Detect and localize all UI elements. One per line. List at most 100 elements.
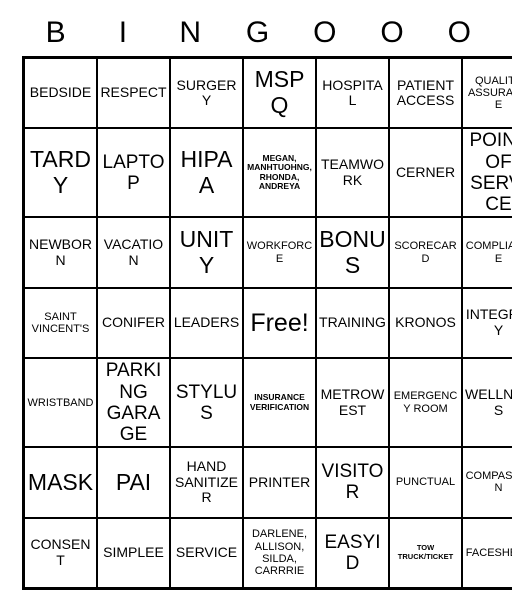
bingo-cell[interactable]: CONIFER	[97, 288, 170, 358]
bingo-cell[interactable]: SCORECARD	[389, 217, 462, 287]
bingo-cell-label: TOW TRUCK/TICKET	[392, 544, 459, 561]
bingo-cell-label: BEDSIDE	[27, 85, 94, 101]
bingo-cell[interactable]: PUNCTUAL	[389, 447, 462, 517]
bingo-cell-label: POINT OF SERVICE	[465, 130, 512, 215]
bingo-grid: BEDSIDERESPECTSURGERYMSPQHOSPITALPATIENT…	[22, 56, 512, 590]
bingo-cell[interactable]: DARLENE, ALLISON, SILDA, CARRRIE	[243, 518, 316, 589]
bingo-cell[interactable]: COMPASSION	[462, 447, 512, 517]
bingo-cell[interactable]: BEDSIDE	[24, 58, 98, 129]
bingo-cell[interactable]: COMPLIANCE	[462, 217, 512, 287]
bingo-cell[interactable]: QUALITY ASSURANCE	[462, 58, 512, 129]
bingo-cell-label: COMPLIANCE	[465, 240, 512, 265]
bingo-cell[interactable]: HIPAA	[170, 128, 243, 217]
bingo-cell-label: TRAINING	[319, 315, 386, 331]
bingo-cell-label: SIMPLEE	[100, 545, 167, 561]
bingo-cell[interactable]: MEGAN, MANHTUOHNG, RHONDA, ANDREYA	[243, 128, 316, 217]
bingo-cell-label: EASYID	[319, 532, 386, 575]
bingo-row: SAINT VINCENT'S CONIFERLEADERSFree!TRAINI…	[24, 288, 512, 358]
bingo-header-letter-5: O	[358, 18, 425, 48]
bingo-cell[interactable]: SURGERY	[170, 58, 243, 129]
bingo-cell-label: HOSPITAL	[319, 78, 386, 109]
bingo-cell[interactable]: RESPECT	[97, 58, 170, 129]
bingo-free-cell[interactable]: Free!	[243, 288, 316, 358]
bingo-cell-label: WRISTBAND	[27, 397, 94, 409]
bingo-header-letter-2: N	[157, 18, 224, 48]
bingo-cell-label: HIPAA	[173, 147, 240, 199]
bingo-cell[interactable]: HOSPITAL	[316, 58, 389, 129]
bingo-cell-label: VACATION	[100, 237, 167, 268]
bingo-cell[interactable]: PATIENT ACCESS	[389, 58, 462, 129]
bingo-header-letter-0: B	[22, 18, 89, 48]
bingo-cell[interactable]: POINT OF SERVICE	[462, 128, 512, 217]
bingo-cell[interactable]: EASYID	[316, 518, 389, 589]
bingo-cell-label: SERVICE	[173, 545, 240, 561]
bingo-cell-label: BONUS	[319, 227, 386, 279]
bingo-cell-label: CONIFER	[100, 315, 167, 331]
bingo-cell[interactable]: UNITY	[170, 217, 243, 287]
bingo-cell[interactable]: WORKFORCE	[243, 217, 316, 287]
bingo-cell[interactable]: PAI	[97, 447, 170, 517]
bingo-cell-label: KRONOS	[392, 315, 459, 331]
bingo-cell[interactable]: METROWEST	[316, 358, 389, 447]
bingo-cell-label: PAI	[100, 470, 167, 496]
bingo-cell[interactable]: SERVICE	[170, 518, 243, 589]
bingo-cell-label: DARLENE, ALLISON, SILDA, CARRRIE	[246, 528, 313, 577]
bingo-cell[interactable]: TARDY	[24, 128, 98, 217]
bingo-cell[interactable]: TRAINING	[316, 288, 389, 358]
bingo-cell[interactable]: FACESHEET	[462, 518, 512, 589]
bingo-cell-label: METROWEST	[319, 387, 386, 418]
bingo-cell-label: PRINTER	[246, 475, 313, 491]
bingo-cell-label: MASK	[27, 470, 94, 496]
bingo-cell-label: STYLUS	[173, 382, 240, 425]
bingo-cell-label: LAPTOP	[100, 152, 167, 195]
bingo-cell-label: MEGAN, MANHTUOHNG, RHONDA, ANDREYA	[246, 154, 313, 192]
bingo-cell[interactable]: INTEGRITY	[462, 288, 512, 358]
bingo-cell-label: NEWBORN	[27, 237, 94, 268]
bingo-row: CONSENT SIMPLEE SERVICE DARLENE, ALLISON, S…	[24, 518, 512, 589]
bingo-cell-label: WORKFORCE	[246, 240, 313, 265]
bingo-cell[interactable]: BONUS	[316, 217, 389, 287]
bingo-cell[interactable]: LAPTOP	[97, 128, 170, 217]
bingo-cell[interactable]: PRINTER	[243, 447, 316, 517]
bingo-cell[interactable]: CERNER	[389, 128, 462, 217]
bingo-cell-label: SCORECARD	[392, 240, 459, 265]
bingo-cell-label: MSPQ	[246, 67, 313, 119]
bingo-cell[interactable]: HAND SANITIZER	[170, 447, 243, 517]
bingo-cell[interactable]: TEAMWORK	[316, 128, 389, 217]
bingo-cell[interactable]: TOW TRUCK/TICKET	[389, 518, 462, 589]
bingo-card: BINGOOO BEDSIDERESPECTSURGERYMSPQHOSPITA…	[22, 10, 493, 590]
bingo-cell[interactable]: VACATION	[97, 217, 170, 287]
bingo-header-letter-3: G	[224, 18, 291, 48]
bingo-row: BEDSIDERESPECTSURGERYMSPQHOSPITALPATIENT…	[24, 58, 512, 129]
bingo-cell[interactable]: MSPQ	[243, 58, 316, 129]
bingo-header-letter-4: O	[291, 18, 358, 48]
bingo-cell-label: SAINT VINCENT'S	[27, 311, 94, 336]
bingo-cell[interactable]: EMERGENCY ROOM	[389, 358, 462, 447]
bingo-cell[interactable]: INSURANCE VERIFICATION	[243, 358, 316, 447]
bingo-cell-label: CONSENT	[27, 537, 94, 568]
bingo-cell[interactable]: STYLUS	[170, 358, 243, 447]
bingo-cell[interactable]: WRISTBAND	[24, 358, 98, 447]
bingo-cell-label: UNITY	[173, 227, 240, 279]
bingo-cell-label: TARDY	[27, 147, 94, 199]
bingo-cell[interactable]: VISITOR	[316, 447, 389, 517]
bingo-cell[interactable]: SAINT VINCENT'S	[24, 288, 98, 358]
bingo-cell[interactable]: SIMPLEE	[97, 518, 170, 589]
bingo-cell[interactable]: MASK	[24, 447, 98, 517]
bingo-cell-label: VISITOR	[319, 461, 386, 504]
bingo-cell-label: TEAMWORK	[319, 157, 386, 188]
bingo-cell[interactable]: KRONOS	[389, 288, 462, 358]
bingo-cell[interactable]: LEADERS	[170, 288, 243, 358]
bingo-cell[interactable]: PARKING GARAGE	[97, 358, 170, 447]
bingo-cell-label: QUALITY ASSURANCE	[465, 75, 512, 112]
bingo-header-row: BINGOOO	[22, 10, 493, 56]
bingo-cell-label: PATIENT ACCESS	[392, 78, 459, 109]
bingo-cell-label: COMPASSION	[465, 470, 512, 495]
bingo-cell-label: WELLNESS	[465, 387, 512, 418]
bingo-cell-label: HAND SANITIZER	[173, 459, 240, 506]
bingo-header-letter-6: O	[426, 18, 493, 48]
bingo-cell[interactable]: NEWBORN	[24, 217, 98, 287]
bingo-cell-label: PARKING GARAGE	[100, 360, 167, 445]
bingo-cell[interactable]: CONSENT	[24, 518, 98, 589]
bingo-cell[interactable]: WELLNESS	[462, 358, 512, 447]
